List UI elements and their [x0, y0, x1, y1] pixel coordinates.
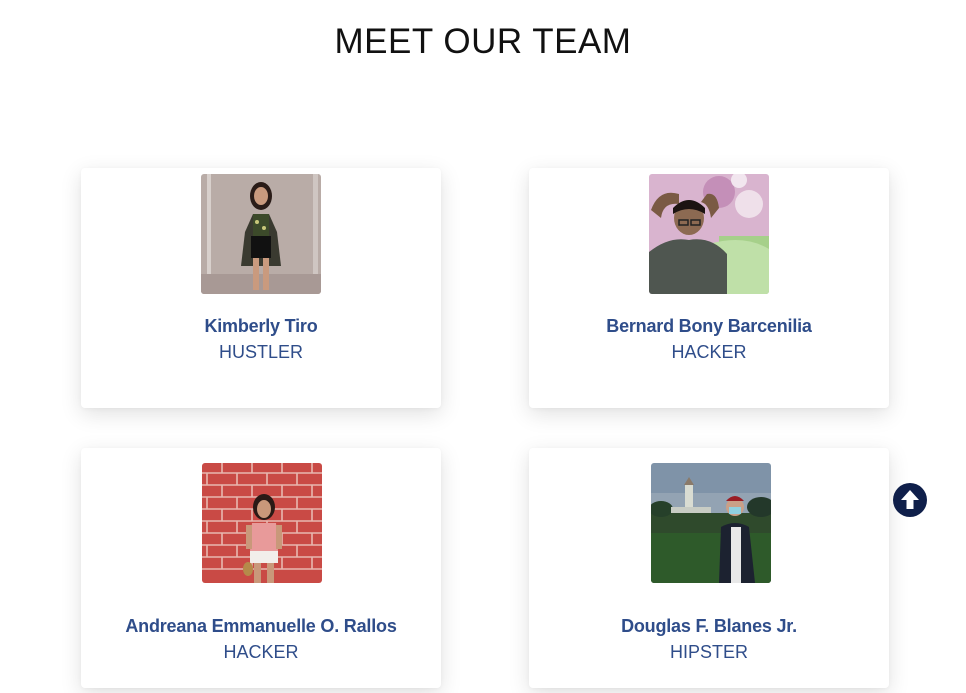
- scroll-to-top-button[interactable]: [893, 483, 927, 517]
- team-member-photo: [201, 174, 321, 294]
- team-member-role: HUSTLER: [218, 342, 303, 362]
- section-title: MEET OUR TEAM: [334, 22, 632, 61]
- team-member-photo: [202, 463, 322, 583]
- team-card-kimberly: Kimberly Tiro HUSTLER: [81, 168, 441, 408]
- team-card-andreana: Andreana Emmanuelle O. Rallos HACKER: [81, 448, 441, 688]
- team-member-name: Kimberly Tiro: [204, 316, 318, 336]
- team-card-douglas: Douglas F. Blanes Jr. HIPSTER: [529, 448, 889, 688]
- team-member-name: Bernard Bony Barcenilia: [606, 316, 812, 336]
- team-member-role: HACKER: [223, 642, 299, 662]
- team-page: MEET OUR TEAM Kimberly Tiro HUSTLER Bern…: [0, 0, 966, 693]
- team-member-photo: [651, 463, 771, 583]
- team-card-bernard: Bernard Bony Barcenilia HACKER: [529, 168, 889, 408]
- arrow-up-circle-icon: [894, 484, 926, 516]
- team-member-role: HACKER: [671, 342, 747, 362]
- team-member-role: HIPSTER: [669, 642, 748, 662]
- team-member-photo: [649, 174, 769, 294]
- team-member-name: Andreana Emmanuelle O. Rallos: [125, 616, 397, 636]
- team-member-name: Douglas F. Blanes Jr.: [621, 616, 797, 636]
